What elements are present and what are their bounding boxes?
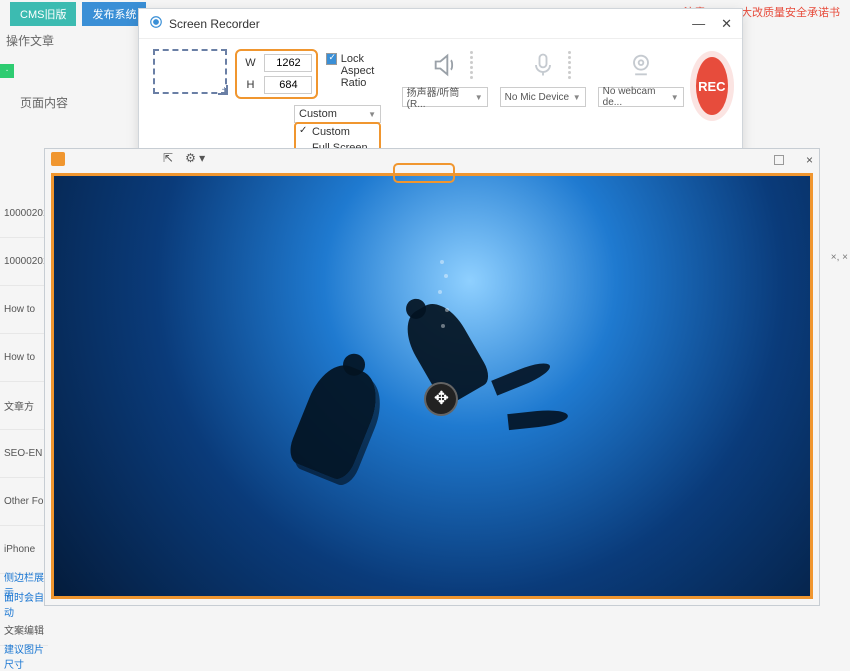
capture-window: ⇱ ⚙ ▾ × ✥ bbox=[44, 148, 820, 606]
height-label: H bbox=[241, 79, 259, 91]
bg-sidebar-item[interactable]: How to bbox=[0, 334, 48, 382]
bg-sidebar-item[interactable]: 10000201 bbox=[0, 238, 48, 286]
bg-section-title: 页面内容 bbox=[20, 94, 68, 111]
bg-sidebar-item[interactable]: How to bbox=[0, 286, 48, 334]
move-region-handle[interactable]: ✥ bbox=[424, 382, 458, 416]
lock-aspect-checkbox[interactable] bbox=[326, 53, 336, 65]
height-input[interactable] bbox=[264, 76, 312, 94]
recorder-app-icon bbox=[149, 15, 163, 32]
bg-sidebar-item[interactable]: Other Fo bbox=[0, 478, 48, 526]
resize-handle-br[interactable] bbox=[797, 583, 813, 599]
lock-aspect-label-2: Ratio bbox=[341, 77, 390, 89]
close-button[interactable]: × bbox=[806, 153, 813, 167]
bg-sidebar-item[interactable]: SEO-EN bbox=[0, 430, 48, 478]
bg-sub-close[interactable]: ×, × bbox=[831, 252, 848, 263]
chevron-down-icon: ▼ bbox=[368, 110, 376, 119]
resize-handle-bl[interactable] bbox=[51, 583, 67, 599]
export-icon[interactable]: ⇱ bbox=[163, 151, 173, 165]
bg-sidebar-item[interactable]: 10000201 bbox=[0, 190, 48, 238]
top-highlight-box bbox=[393, 163, 455, 183]
bg-sidebar-item[interactable]: 文案编辑 bbox=[0, 614, 48, 646]
system-audio-icon[interactable] bbox=[429, 49, 461, 81]
bg-sidebar-item[interactable]: 面时会自动 bbox=[0, 594, 48, 614]
underwater-scene-fin bbox=[507, 408, 568, 430]
microphone-icon[interactable] bbox=[527, 49, 559, 81]
capture-region-frame[interactable]: ✥ bbox=[51, 173, 813, 599]
bg-tab-cms[interactable]: CMS旧版 bbox=[10, 2, 76, 26]
minimize-button[interactable]: — bbox=[692, 16, 705, 32]
settings-icon[interactable]: ⚙ ▾ bbox=[185, 151, 205, 165]
underwater-scene-bubbles bbox=[440, 260, 442, 340]
maximize-button[interactable] bbox=[774, 155, 784, 165]
chevron-down-icon: ▼ bbox=[671, 93, 679, 102]
region-preview-icon[interactable] bbox=[153, 49, 227, 94]
bg-sidebar-item[interactable]: 文章方 bbox=[0, 382, 48, 430]
resize-handle-tl[interactable] bbox=[51, 173, 67, 189]
resolution-select[interactable]: Custom ▼ bbox=[294, 105, 381, 123]
chevron-down-icon: ▼ bbox=[475, 93, 483, 102]
underwater-scene-fin bbox=[492, 359, 554, 396]
underwater-scene-diver bbox=[285, 357, 387, 484]
width-input[interactable] bbox=[264, 54, 312, 72]
capture-window-icon bbox=[51, 152, 65, 166]
lock-aspect-label: Lock Aspect bbox=[341, 53, 390, 77]
webcam-device-select[interactable]: No webcam de... ▼ bbox=[598, 87, 684, 107]
resize-handle-tr[interactable] bbox=[797, 173, 813, 189]
bg-section-subtitle: 操作文章 bbox=[6, 32, 54, 49]
resolution-option-custom[interactable]: Custom bbox=[296, 124, 379, 140]
bg-sidebar: 10000201 10000201 How to How to 文章方 SEO-… bbox=[0, 190, 48, 666]
audio-device-value: 扬声器/听筒 (R... bbox=[407, 84, 475, 110]
bg-sidebar-item[interactable]: iPhone bbox=[0, 526, 48, 574]
recorder-titlebar[interactable]: Screen Recorder — ✕ bbox=[139, 9, 742, 39]
webcam-icon[interactable] bbox=[625, 49, 657, 81]
bg-green-marker: · bbox=[0, 64, 14, 78]
dimensions-highlight: W H bbox=[235, 49, 318, 99]
bg-tab-publish[interactable]: 发布系统 bbox=[82, 2, 146, 26]
width-label: W bbox=[241, 57, 259, 69]
resolution-value: Custom bbox=[299, 108, 337, 120]
mic-device-select[interactable]: No Mic Device ▼ bbox=[500, 87, 586, 107]
chevron-down-icon: ▼ bbox=[573, 93, 581, 102]
mic-device-value: No Mic Device bbox=[505, 92, 569, 103]
audio-device-select[interactable]: 扬声器/听筒 (R... ▼ bbox=[402, 87, 488, 107]
close-button[interactable]: ✕ bbox=[721, 16, 732, 32]
screen-recorder-window: Screen Recorder — ✕ W H bbox=[138, 8, 743, 166]
bg-sidebar-item[interactable]: 建议图片尺寸 bbox=[0, 646, 48, 666]
recorder-title: Screen Recorder bbox=[169, 17, 260, 31]
webcam-device-value: No webcam de... bbox=[603, 86, 671, 108]
record-button[interactable]: REC bbox=[696, 57, 728, 115]
